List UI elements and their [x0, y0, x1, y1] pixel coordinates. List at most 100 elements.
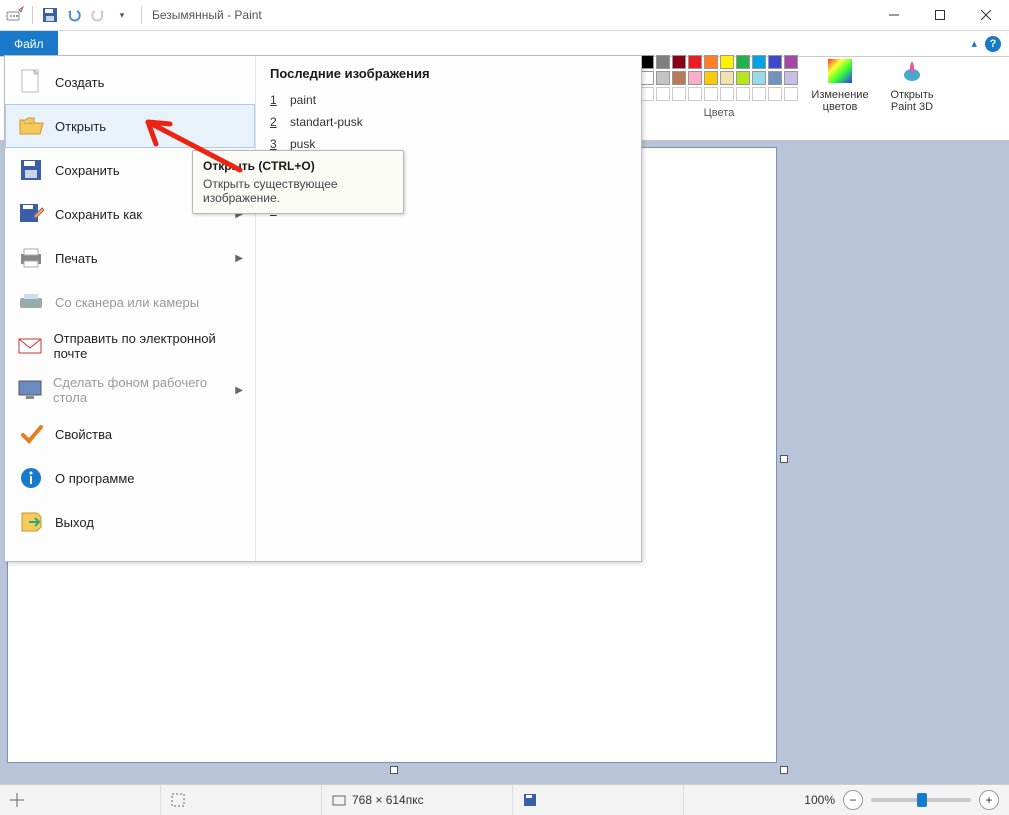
color-swatch[interactable]: [768, 71, 782, 85]
file-menu: СоздатьОткрытьСохранитьСохранить как▶Печ…: [4, 55, 642, 562]
close-button[interactable]: [963, 0, 1009, 30]
tooltip-body: Открыть существующее изображение.: [203, 177, 393, 205]
color-swatch[interactable]: [688, 87, 702, 101]
color-swatch[interactable]: [784, 87, 798, 101]
save-icon[interactable]: [39, 4, 61, 26]
minimize-button[interactable]: [871, 0, 917, 30]
color-swatch[interactable]: [752, 71, 766, 85]
file-menu-item-exit[interactable]: Выход: [5, 500, 255, 544]
file-menu-item-new[interactable]: Создать: [5, 60, 255, 104]
zoom-controls: 100% − +: [794, 790, 1009, 810]
edit-colors-label: Изменение цветов: [811, 89, 868, 113]
color-swatch[interactable]: [640, 71, 654, 85]
color-swatch[interactable]: [720, 71, 734, 85]
selection-icon: [171, 793, 185, 807]
file-menu-item-label: Сохранить как: [55, 207, 142, 222]
color-swatch[interactable]: [672, 87, 686, 101]
color-swatch[interactable]: [736, 71, 750, 85]
zoom-value: 100%: [804, 793, 835, 807]
file-tab[interactable]: Файл: [0, 31, 58, 56]
file-menu-item-label: Сделать фоном рабочего стола: [53, 375, 225, 405]
recent-title: Последние изображения: [270, 66, 627, 81]
color-swatch[interactable]: [672, 71, 686, 85]
color-swatch[interactable]: [704, 71, 718, 85]
ribbon-tabstrip: Файл ▴ ?: [0, 31, 1009, 57]
color-swatch[interactable]: [752, 55, 766, 69]
ribbon-colors-group: Цвета Изменение цветов Открыть Paint 3D: [640, 55, 942, 119]
color-swatch[interactable]: [704, 87, 718, 101]
color-swatch[interactable]: [720, 55, 734, 69]
zoom-out-button[interactable]: −: [843, 790, 863, 810]
edit-colors-button[interactable]: Изменение цветов: [810, 55, 870, 119]
maximize-button[interactable]: [917, 0, 963, 30]
color-swatch[interactable]: [736, 55, 750, 69]
save-icon: [17, 156, 45, 184]
status-bar: 768 × 614пкс 100% − +: [0, 784, 1009, 815]
file-menu-item-label: Открыть: [55, 119, 106, 134]
help-icon[interactable]: ?: [985, 36, 1001, 52]
recent-item[interactable]: 1paint: [270, 89, 627, 111]
new-icon: [17, 68, 45, 96]
file-menu-item-print[interactable]: Печать▶: [5, 236, 255, 280]
color-swatch[interactable]: [688, 55, 702, 69]
tooltip-title: Открыть (CTRL+O): [203, 159, 393, 173]
disk-icon: [523, 793, 537, 807]
color-swatch[interactable]: [656, 55, 670, 69]
image-size-icon: [332, 793, 346, 807]
file-menu-item-info[interactable]: О программе: [5, 456, 255, 500]
recent-item[interactable]: 2standart-pusk: [270, 111, 627, 133]
file-menu-item-check[interactable]: Свойства: [5, 412, 255, 456]
file-menu-item-scanner: Со сканера или камеры: [5, 280, 255, 324]
image-dimensions: 768 × 614пкс: [352, 793, 424, 807]
recent-panel: Последние изображения 1paint2standart-pu…: [256, 56, 641, 561]
color-swatch[interactable]: [768, 55, 782, 69]
scanner-icon: [17, 288, 45, 316]
selection-size-cell: [161, 785, 322, 815]
zoom-in-button[interactable]: +: [979, 790, 999, 810]
check-icon: [17, 420, 45, 448]
file-menu-commands: СоздатьОткрытьСохранитьСохранить как▶Печ…: [5, 56, 256, 561]
color-swatch[interactable]: [640, 55, 654, 69]
color-swatch[interactable]: [656, 71, 670, 85]
undo-icon[interactable]: [63, 4, 85, 26]
file-menu-item-label: Со сканера или камеры: [55, 295, 199, 310]
file-menu-item-open[interactable]: Открыть: [5, 104, 255, 148]
ribbon-collapse-icon[interactable]: ▴: [971, 37, 977, 50]
recent-item-number: 2: [270, 115, 280, 129]
color-swatch[interactable]: [784, 55, 798, 69]
file-menu-item-label: Отправить по электронной почте: [54, 331, 243, 361]
open-paint3d-label: Открыть Paint 3D: [890, 89, 933, 113]
mail-icon: [17, 332, 44, 360]
color-swatch[interactable]: [720, 87, 734, 101]
file-menu-item-mail[interactable]: Отправить по электронной почте: [5, 324, 255, 368]
open-icon: [17, 112, 45, 140]
color-swatch[interactable]: [640, 87, 654, 101]
color-swatch[interactable]: [752, 87, 766, 101]
redo-icon[interactable]: [87, 4, 109, 26]
chevron-right-icon: ▶: [235, 385, 243, 396]
app-icon[interactable]: [4, 4, 26, 26]
file-menu-item-label: Выход: [55, 515, 94, 530]
open-paint3d-button[interactable]: Открыть Paint 3D: [882, 55, 942, 119]
color-swatch[interactable]: [688, 71, 702, 85]
qat-customize-icon[interactable]: ▾: [111, 4, 133, 26]
resize-handle-corner[interactable]: [780, 766, 788, 774]
color-swatch[interactable]: [672, 55, 686, 69]
file-menu-item-desktop: Сделать фоном рабочего стола ▶: [5, 368, 255, 412]
colors-group-label: Цвета: [704, 107, 735, 119]
image-size-cell: 768 × 614пкс: [322, 785, 513, 815]
color-swatch[interactable]: [704, 55, 718, 69]
color-swatch[interactable]: [736, 87, 750, 101]
zoom-slider[interactable]: [871, 798, 971, 802]
paint3d-icon: [896, 55, 928, 87]
resize-handle-right[interactable]: [780, 455, 788, 463]
recent-item-name: paint: [290, 93, 316, 107]
exit-icon: [17, 508, 45, 536]
color-swatch[interactable]: [656, 87, 670, 101]
title-bar: ▾ Безымянный - Paint: [0, 0, 1009, 31]
recent-item-number: 3: [270, 137, 280, 151]
file-menu-item-label: Создать: [55, 75, 104, 90]
color-swatch[interactable]: [784, 71, 798, 85]
resize-handle-bottom[interactable]: [390, 766, 398, 774]
color-swatch[interactable]: [768, 87, 782, 101]
